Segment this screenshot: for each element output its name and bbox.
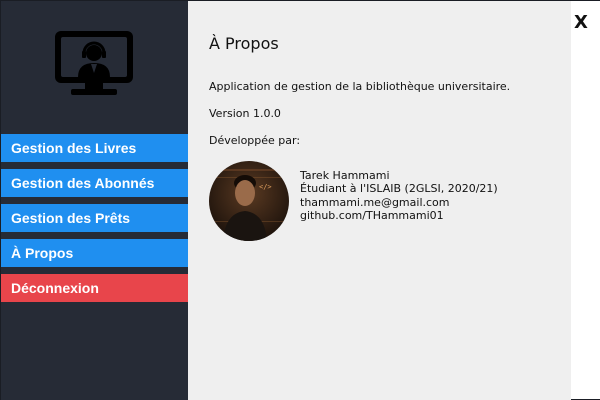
developer-role: Étudiant à l'ISLAIB (2GLSI, 2020/21) [300,182,498,195]
developer-email: thammami.me@gmail.com [300,196,450,209]
developer-avatar: </> [209,161,289,241]
support-agent-monitor-icon [55,31,133,95]
developed-by-label: Développée par: [209,134,301,147]
nav-gestion-abonnes-button[interactable]: Gestion des Abonnés [1,169,188,197]
nav-a-propos-button[interactable]: À Propos [1,239,188,267]
window-edge [571,1,600,399]
sidebar: Gestion des Livres Gestion des Abonnés G… [1,1,188,400]
app-description: Application de gestion de la bibliothèqu… [209,80,511,93]
close-button[interactable]: X [572,13,590,33]
app-window: Gestion des Livres Gestion des Abonnés G… [0,0,600,400]
nav-gestion-livres-button[interactable]: Gestion des Livres [1,134,188,162]
developer-name: Tarek Hammami [300,169,390,182]
logout-button[interactable]: Déconnexion [1,274,188,302]
nav-gestion-prets-button[interactable]: Gestion des Prêts [1,204,188,232]
version-label: Version 1.0.0 [209,107,281,120]
developer-github: github.com/THammami01 [300,209,444,222]
page-title: À Propos [209,34,279,53]
svg-text:</>: </> [259,183,272,191]
